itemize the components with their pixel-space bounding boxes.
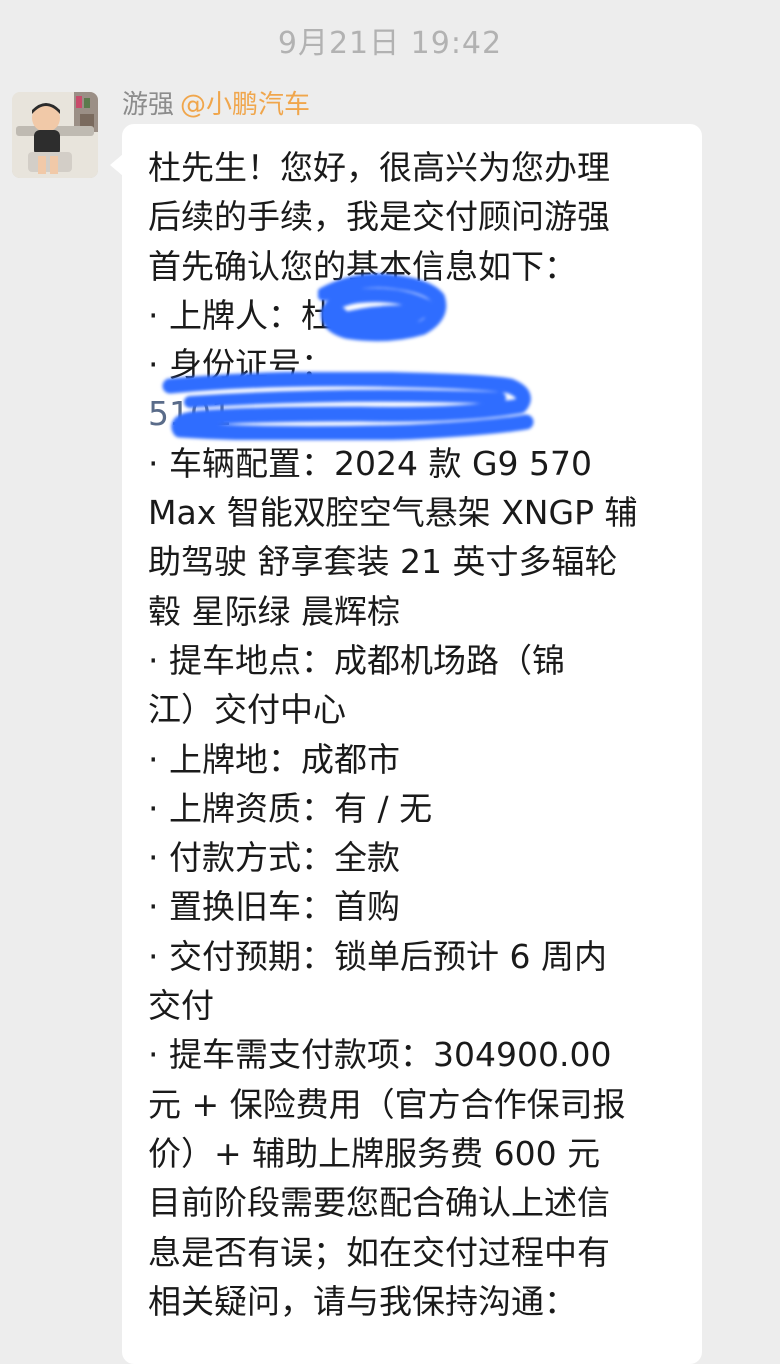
message-line: · 车辆配置：2024 款 G9 570 <box>148 443 592 483</box>
message-line: · 置换旧车：首购 <box>148 887 400 927</box>
message-line: 息是否有误；如在交付过程中有 <box>148 1232 610 1272</box>
message-line: 首先确认您的基本信息如下： <box>148 246 577 286</box>
message-line: 价）+ 辅助上牌服务费 600 元 <box>148 1133 601 1173</box>
message-line: 杜先生！您好，很高兴为您办理 <box>148 148 610 187</box>
message-line: · 交付预期：锁单后预计 6 周内 <box>148 936 607 976</box>
sender-name[interactable]: 游强 <box>122 90 174 120</box>
sender-line: 游强 @小鹏汽车 <box>122 84 310 121</box>
message-line: 相关疑问，请与我保持沟通： <box>148 1281 577 1321</box>
message-line: · 身份证号： <box>148 345 334 385</box>
message-line: 5101 <box>148 394 232 434</box>
avatar[interactable] <box>12 92 98 178</box>
message-line: 交付 <box>148 986 214 1026</box>
avatar-photo-icon <box>12 92 98 178</box>
message-line: 江）交付中心 <box>148 690 346 730</box>
message-line: 助驾驶 舒享套装 21 英寸多辐轮 <box>148 542 618 582</box>
message-line: 毂 星际绿 晨辉棕 <box>148 591 400 631</box>
sender-org: @小鹏汽车 <box>180 90 311 120</box>
timestamp: 9月21日 19:42 <box>277 26 503 61</box>
message-line: · 付款方式：全款 <box>148 838 400 878</box>
message-line: Max 智能双腔空气悬架 XNGP 辅 <box>148 493 638 533</box>
message-line: · 提车需支付款项：304900.00 <box>148 1035 612 1075</box>
message-line: 元 + 保险费用（官方合作保司报 <box>148 1084 626 1124</box>
message-line: · 提车地点：成都机场路（锦 <box>148 640 565 680</box>
message-line: 目前阶段需要您配合确认上述信 <box>148 1183 610 1223</box>
message-line: 后续的手续，我是交付顾问游强 <box>148 197 610 237</box>
message-line: · 上牌地：成都市 <box>148 739 400 779</box>
message-line: · 上牌资质：有 / 无 <box>148 788 433 828</box>
message-line: · 上牌人：杜 <box>148 295 334 335</box>
message-text: 杜先生！您好，很高兴为您办理 后续的手续，我是交付顾问游强 首先确认您的基本信息… <box>148 143 683 1326</box>
